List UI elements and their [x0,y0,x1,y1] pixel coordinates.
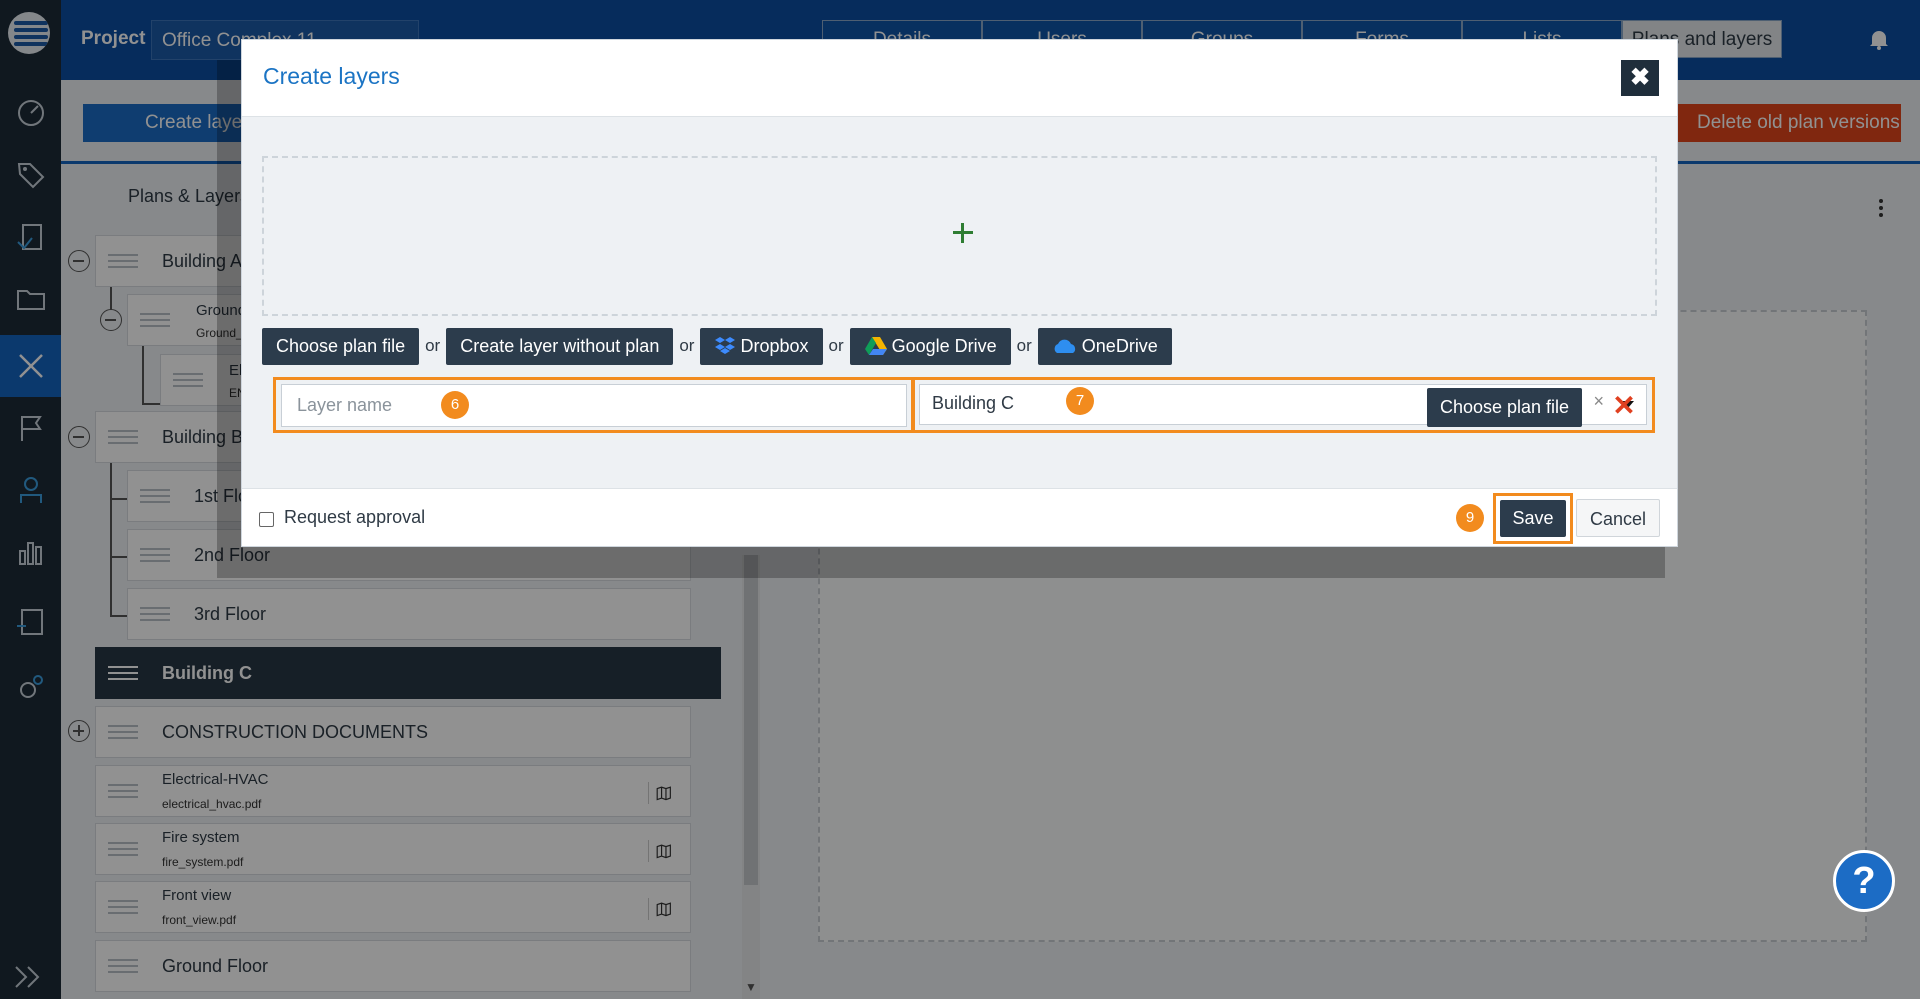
onedrive-icon [1054,339,1075,353]
request-approval-label: Request approval [284,507,426,527]
step-badge: 9 [1456,504,1484,532]
step-badge: 7 [1066,387,1094,415]
create-layers-dialog: Create layers ✖ Choose plan file or Crea… [241,39,1678,547]
save-button[interactable]: Save [1500,500,1566,537]
or-separator: or [828,336,844,355]
file-source-row: Choose plan file or Create layer without… [262,327,1172,365]
google-drive-icon [864,337,887,355]
onedrive-label: OneDrive [1081,335,1158,356]
parent-layer-value: Building C [932,393,1015,413]
layer-name-input[interactable]: Layer name [281,384,907,427]
dialog-header: Create layers ✖ [242,40,1677,117]
clear-selection-icon[interactable]: × [1593,391,1604,412]
or-separator: or [1016,336,1032,355]
dropbox-icon [715,337,736,354]
file-drop-zone[interactable] [262,156,1657,316]
dialog-body: Choose plan file or Create layer without… [242,118,1677,488]
cancel-button[interactable]: Cancel [1576,499,1660,537]
add-file-icon[interactable] [944,214,980,250]
dropbox-button[interactable]: Dropbox [700,327,823,365]
onedrive-button[interactable]: OneDrive [1037,327,1172,365]
google-drive-button[interactable]: Google Drive [849,327,1011,365]
create-layer-without-plan-button[interactable]: Create layer without plan [446,327,674,365]
google-drive-label: Google Drive [891,335,997,356]
dialog-footer: Request approval 9 Save Cancel [242,488,1677,546]
request-approval-checkbox[interactable] [259,512,274,527]
remove-row-icon[interactable]: ✕ [1612,391,1636,421]
dialog-title: Create layers [263,63,400,89]
or-separator: or [425,336,441,355]
help-button[interactable]: ? [1833,850,1895,912]
or-separator: or [679,336,695,355]
dropbox-label: Dropbox [740,335,809,356]
choose-plan-file-button[interactable]: Choose plan file [262,327,420,365]
choose-plan-file-row-button[interactable]: Choose plan file [1427,388,1582,427]
close-icon[interactable]: ✖ [1621,60,1659,96]
layer-name-placeholder: Layer name [297,395,393,415]
step-badge: 6 [441,391,469,419]
